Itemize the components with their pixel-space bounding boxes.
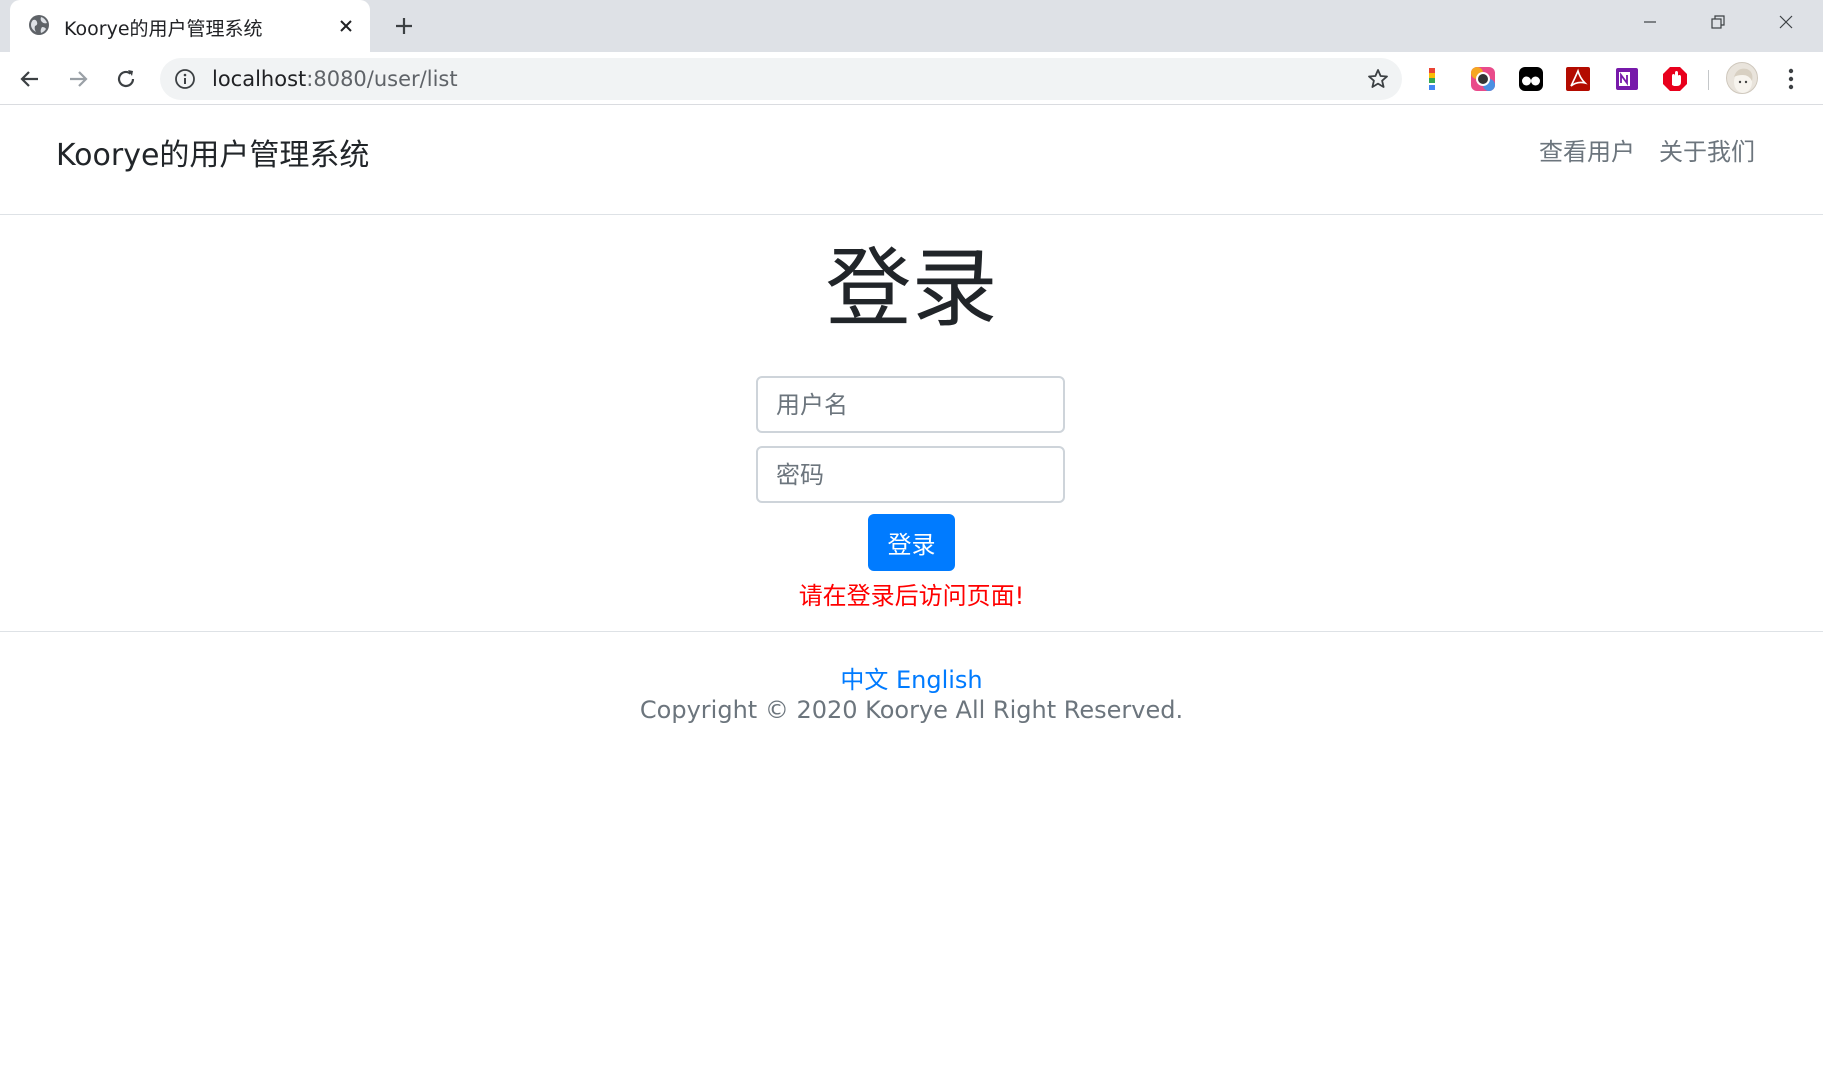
onenote-extension-icon[interactable] [1614, 66, 1640, 92]
navbar: Koorye的用户管理系统 查看用户 关于我们 [0, 106, 1823, 215]
avatar[interactable] [1726, 62, 1758, 94]
navbar-brand[interactable]: Koorye的用户管理系统 [56, 130, 369, 174]
star-icon[interactable] [1366, 67, 1390, 91]
url-path: :8080/user/list [306, 67, 458, 91]
adblock-extension-icon[interactable] [1662, 66, 1688, 92]
close-icon[interactable] [333, 13, 359, 39]
page-title: 登录 [825, 239, 998, 339]
error-message: 请在登录后访问页面! [798, 582, 1025, 610]
kebab-menu-icon[interactable] [1776, 64, 1806, 94]
browser-tab[interactable]: Koorye的用户管理系统 [10, 0, 370, 52]
url-host: localhost [212, 67, 307, 91]
exclamation-extension-icon[interactable] [1419, 66, 1445, 92]
language-switcher: 中文 English [0, 660, 1823, 695]
nav-link-about-us[interactable]: 关于我们 [1659, 132, 1755, 167]
browser-tab-strip: Koorye的用户管理系统 [0, 0, 1823, 52]
close-window-icon[interactable] [1752, 0, 1820, 44]
minimize-icon[interactable] [1616, 0, 1684, 44]
login-button[interactable]: 登录 [868, 514, 955, 571]
arrow-right-icon[interactable] [60, 61, 96, 97]
arrow-left-icon[interactable] [12, 61, 48, 97]
restore-icon[interactable] [1684, 0, 1752, 44]
address-bar[interactable]: localhost:8080/user/list [160, 58, 1402, 100]
pdf-extension-icon[interactable] [1565, 66, 1591, 92]
toolbar-separator [1708, 70, 1709, 90]
globe-icon [28, 14, 50, 36]
plus-icon[interactable] [388, 10, 420, 42]
lang-link-chinese[interactable]: 中文 [840, 666, 888, 694]
footer-divider [0, 631, 1823, 632]
color-picker-extension-icon[interactable] [1470, 66, 1496, 92]
reload-icon[interactable] [108, 61, 144, 97]
navbar-links: 查看用户 关于我们 [1539, 132, 1755, 167]
url-text: localhost:8080/user/list [212, 67, 458, 91]
username-input[interactable] [756, 376, 1065, 433]
browser-toolbar: localhost:8080/user/list [0, 52, 1823, 105]
page-content: Koorye的用户管理系统 查看用户 关于我们 登录 登录 请在登录后访问页面!… [0, 106, 1823, 1080]
tampermonkey-extension-icon[interactable] [1518, 66, 1544, 92]
lang-link-english[interactable]: English [896, 666, 983, 694]
copyright-text: Copyright © 2020 Koorye All Right Reserv… [639, 696, 1184, 724]
info-icon[interactable] [174, 68, 196, 90]
tab-title: Koorye的用户管理系统 [64, 18, 263, 40]
nav-link-view-users[interactable]: 查看用户 [1539, 132, 1635, 167]
password-input[interactable] [756, 446, 1065, 503]
